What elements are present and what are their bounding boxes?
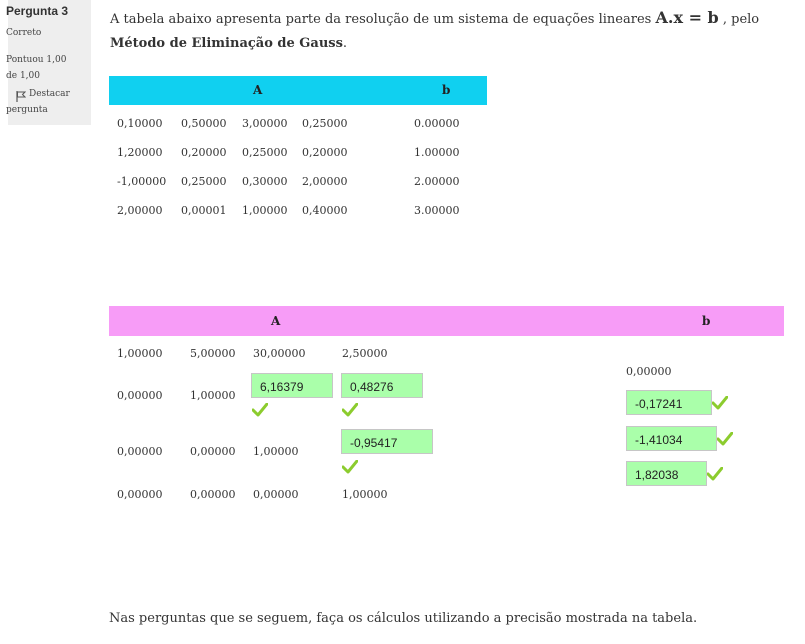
table2-cell: 1,00000 xyxy=(190,389,236,402)
table2-cell: 1,00000 xyxy=(117,347,163,360)
flag-question-link-line2[interactable]: pergunta xyxy=(6,105,48,115)
question-state: Correto xyxy=(6,28,42,38)
question-text: A tabela abaixo apresenta parte da resol… xyxy=(110,6,780,56)
table1-cell: 0,10000 xyxy=(117,117,163,130)
table1-cell: 2,00000 xyxy=(117,204,163,217)
table2-cell: 2,50000 xyxy=(342,347,388,360)
table1-cell: 2,00000 xyxy=(302,175,348,188)
table2-cell: 0,00000 xyxy=(253,488,299,501)
checkmark-icon xyxy=(342,403,358,417)
table1-cell: 0,25000 xyxy=(302,117,348,130)
answer-input-a23[interactable]: 6,16379 xyxy=(251,373,333,398)
table2-cell: 0,00000 xyxy=(117,445,163,458)
table1-cell: 0,40000 xyxy=(302,204,348,217)
checkmark-icon xyxy=(707,467,723,481)
equation: A.x = b xyxy=(655,8,719,27)
table1-cell-b: 2.00000 xyxy=(414,175,460,188)
table1-header-b: b xyxy=(442,83,451,97)
table1-cell: 1,20000 xyxy=(117,146,163,159)
answer-input-b3[interactable]: -1,41034 xyxy=(626,426,717,451)
table2-header: A b xyxy=(109,306,784,336)
checkmark-icon xyxy=(717,432,733,446)
table1-header: A b xyxy=(109,76,487,105)
table1-cell: 0,20000 xyxy=(302,146,348,159)
table2-cell-b: 0,00000 xyxy=(626,365,672,378)
table1-cell-b: 1.00000 xyxy=(414,146,460,159)
checkmark-icon xyxy=(712,396,728,410)
method-name: Método de Eliminação de Gauss xyxy=(110,36,343,51)
table2-cell: 0,00000 xyxy=(117,389,163,402)
table1-header-A: A xyxy=(253,83,263,97)
table1-cell-b: 3.00000 xyxy=(414,204,460,217)
question-number: Pergunta 3 xyxy=(6,4,69,18)
table2-header-b: b xyxy=(702,314,711,328)
table1-cell: 0,00001 xyxy=(181,204,227,217)
table2-cell: 1,00000 xyxy=(342,488,388,501)
table1-cell: -1,00000 xyxy=(117,175,167,188)
table2-cell: 0,00000 xyxy=(190,488,236,501)
intro-text-end: . xyxy=(342,36,348,51)
intro-text-before: A tabela abaixo apresenta parte da resol… xyxy=(110,12,656,27)
checkmark-icon xyxy=(252,403,268,417)
answer-input-a24[interactable]: 0,48276 xyxy=(341,373,423,398)
table1-cell: 0,25000 xyxy=(242,146,288,159)
intro-text-middle: , pelo xyxy=(718,12,760,27)
flag-question-link[interactable]: Destacar xyxy=(29,89,70,99)
table1-cell: 0,50000 xyxy=(181,117,227,130)
table1-cell: 0,30000 xyxy=(242,175,288,188)
table2-cell: 30,00000 xyxy=(253,347,306,360)
instruction-text: Nas perguntas que se seguem, faça os cál… xyxy=(109,611,698,626)
table1-cell: 0,20000 xyxy=(181,146,227,159)
table2-header-A: A xyxy=(271,314,281,328)
table1-cell: 0,25000 xyxy=(181,175,227,188)
answer-input-b2[interactable]: -0,17241 xyxy=(626,390,712,415)
flag-icon[interactable] xyxy=(16,91,26,102)
table1-cell: 3,00000 xyxy=(242,117,288,130)
table2-cell: 0,00000 xyxy=(190,445,236,458)
table1-cell: 1,00000 xyxy=(242,204,288,217)
answer-input-b4[interactable]: 1,82038 xyxy=(626,461,707,486)
question-grade: Pontuou 1,00 de 1,00 xyxy=(6,55,67,81)
checkmark-icon xyxy=(342,460,358,474)
table2-cell: 5,00000 xyxy=(190,347,236,360)
table1-cell-b: 0.00000 xyxy=(414,117,460,130)
answer-input-a34[interactable]: -0,95417 xyxy=(341,429,433,454)
table2-cell: 0,00000 xyxy=(117,488,163,501)
table2-cell: 1,00000 xyxy=(253,445,299,458)
